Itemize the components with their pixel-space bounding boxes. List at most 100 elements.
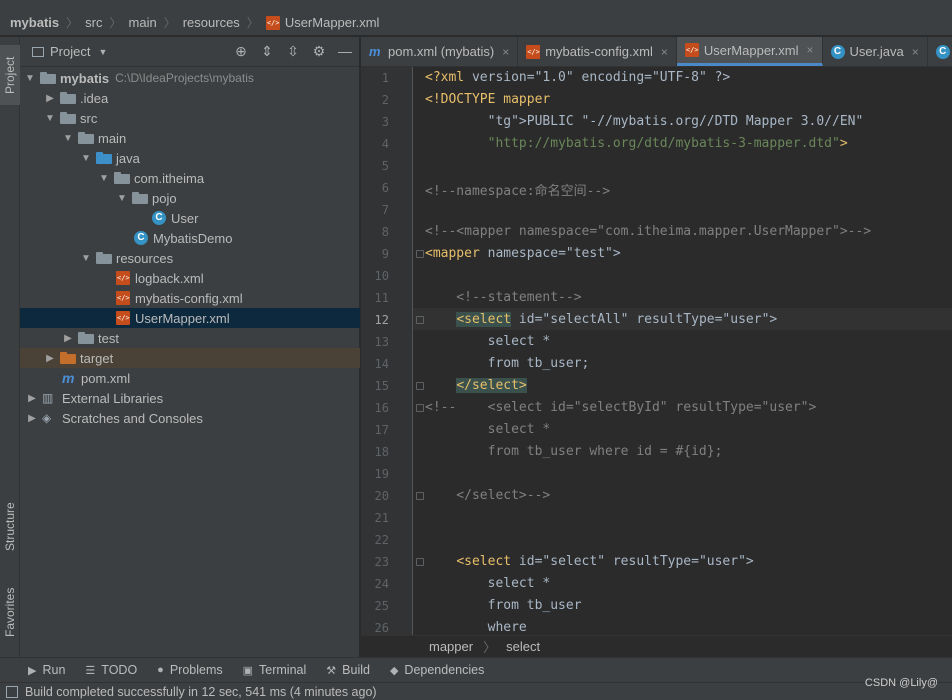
tab-usermapper-xml[interactable]: UserMapper.xml × (676, 37, 823, 66)
tab-overflow[interactable]: C (928, 37, 952, 66)
code-line[interactable]: "tg">PUBLIC "-//mybatis.org//DTD Mapper … (425, 114, 864, 129)
fold-marker-icon[interactable] (416, 558, 424, 566)
structure-tool-tab[interactable]: Structure (0, 492, 20, 562)
code-editor[interactable]: 1 2 3 4 5 6 7 8 9 10 11 12 13 14 15 16 17 18 19 20 21 22 23 24 2… (361, 67, 952, 635)
code-line[interactable]: <!DOCTYPE mapper (425, 92, 550, 107)
close-icon[interactable]: × (661, 45, 668, 59)
code-line[interactable]: </select> (425, 378, 527, 393)
code-line[interactable]: from tb_user; (425, 356, 590, 371)
editor-crumb-select[interactable]: select (506, 639, 540, 654)
tree-item-logback-xml[interactable]: logback.xml (20, 268, 360, 288)
code-line[interactable]: <mapper namespace="test"> (425, 246, 621, 261)
tree-item-mybatis[interactable]: ▼ mybatis C:\D\IdeaProjects\mybatis (20, 68, 360, 88)
code-line[interactable]: from tb_user (425, 598, 582, 613)
code-line[interactable]: <select id="selectAll" resultType="user"… (425, 312, 777, 327)
tree-item-pojo[interactable]: ▼ pojo (20, 188, 360, 208)
editor-tabs: mpom.xml (mybatis)× mybatis-config.xml× … (361, 37, 952, 67)
nav-crumb-main[interactable]: main (129, 15, 157, 30)
tab-user-java[interactable]: C User.java × (823, 37, 928, 66)
locate-icon[interactable]: ⊕ (233, 43, 249, 59)
build-tool-button[interactable]: ⚒ Build (326, 663, 370, 677)
dropdown-arrow-icon[interactable]: ▼ (98, 47, 107, 57)
nav-crumb-project[interactable]: mybatis (10, 15, 59, 30)
fold-marker-icon[interactable] (416, 404, 424, 412)
problems-tool-button[interactable]: ● Problems (157, 663, 222, 677)
tree-item-mybatis-config-xml[interactable]: mybatis-config.xml (20, 288, 360, 308)
code-line[interactable]: <!--<mapper namespace="com.itheima.mappe… (425, 224, 871, 239)
project-tool-tab[interactable]: Project (0, 45, 20, 105)
minimize-icon[interactable]: — (337, 43, 353, 59)
code-line[interactable]: <select id="select" resultType="user"> (425, 554, 753, 569)
code-line[interactable]: <!--statement--> (425, 290, 581, 305)
status-message[interactable]: Build completed successfully in 12 sec, … (25, 685, 377, 699)
fold-marker-icon[interactable] (416, 316, 424, 324)
close-icon[interactable]: × (807, 43, 814, 57)
class-icon: C (152, 211, 166, 225)
code-line[interactable]: where (425, 620, 527, 635)
favorites-tool-tab[interactable]: Favorites (0, 577, 20, 647)
tab-mybatis-config-xml[interactable]: mybatis-config.xml × (518, 37, 677, 66)
hammer-icon: ⚒ (326, 664, 337, 677)
code-line[interactable]: select * (425, 422, 551, 437)
layout-icon[interactable] (6, 685, 18, 698)
todo-tool-button[interactable]: ☰ TODO (85, 663, 137, 677)
tree-item-mybatisdemo[interactable]: C MybatisDemo (20, 228, 360, 248)
gear-icon[interactable]: ⚙ (311, 43, 327, 59)
run-tool-button[interactable]: ▶ Run (28, 663, 65, 677)
code-line[interactable]: <!-- <select id="selectById" resultType=… (425, 400, 816, 415)
code-line[interactable]: <?xml version="1.0" encoding="UTF-8" ?> (425, 70, 730, 85)
close-icon[interactable]: × (502, 45, 509, 59)
close-icon[interactable]: × (912, 45, 919, 59)
tree-item-main[interactable]: ▼ main (20, 128, 360, 148)
code-line[interactable]: </select>--> (425, 488, 550, 503)
tab-pom-xml[interactable]: m pom.xml (mybatis) × (361, 37, 519, 66)
tree-item-com-itheima[interactable]: ▼ com.itheima (20, 168, 360, 188)
fold-marker-icon[interactable] (416, 492, 424, 500)
tree-label: External Libraries (62, 390, 164, 406)
terminal-icon: ▣ (242, 664, 254, 677)
tree-item-pom-xml[interactable]: m pom.xml (20, 368, 360, 388)
collapse-all-icon[interactable]: ⇳ (285, 43, 301, 59)
project-tree: ▼ mybatis C:\D\IdeaProjects\mybatis ▶ .idea… (20, 68, 360, 428)
tree-item-src[interactable]: ▼ src (20, 108, 360, 128)
code-line[interactable]: from tb_user where id = #{id}; (425, 444, 723, 459)
nav-crumb-file[interactable]: UserMapper.xml (265, 15, 379, 30)
folder-icon (60, 92, 76, 104)
list-icon: ☰ (85, 664, 96, 677)
line-number: 19 (374, 467, 389, 481)
chevron-right-icon: 〉 (246, 16, 259, 30)
line-number: 8 (381, 225, 389, 239)
class-icon: C (134, 231, 148, 245)
tree-label: com.itheima (134, 170, 205, 186)
nav-crumb-resources[interactable]: resources (183, 15, 240, 30)
tree-item-java[interactable]: ▼ java (20, 148, 360, 168)
terminal-tool-button[interactable]: ▣ Terminal (243, 663, 307, 677)
editor-crumb-mapper[interactable]: mapper (429, 639, 473, 654)
scratches-icon: ◈ (42, 411, 52, 425)
tree-item-target[interactable]: ▶ target (20, 348, 360, 368)
tree-item-user[interactable]: C User (20, 208, 360, 228)
tree-item-resources[interactable]: ▼ resources (20, 248, 360, 268)
fold-marker-icon[interactable] (416, 250, 424, 258)
tree-item-usermapper-xml[interactable]: UserMapper.xml (20, 308, 360, 328)
line-number: 6 (381, 181, 389, 195)
line-number: 13 (374, 335, 389, 349)
code-line[interactable]: select * (425, 334, 551, 349)
tree-item-idea[interactable]: ▶ .idea (20, 88, 360, 108)
expand-all-icon[interactable]: ⇕ (259, 43, 275, 59)
code-line[interactable]: "http://mybatis.org/dtd/mybatis-3-mapper… (425, 136, 848, 151)
watermark: CSDN @Lily@ (864, 677, 938, 689)
tree-label: resources (116, 250, 174, 266)
dependencies-tool-button[interactable]: ◆ Dependencies (390, 663, 484, 677)
fold-marker-icon[interactable] (416, 382, 424, 390)
code-line[interactable]: <!--namespace:命名空间--> (425, 180, 610, 199)
chevron-down-icon: ▼ (45, 112, 55, 124)
nav-crumb-src[interactable]: src (85, 15, 102, 30)
tree-path: C:\D\IdeaProjects\mybatis (115, 71, 254, 85)
tree-item-test[interactable]: ▶ test (20, 328, 360, 348)
tree-item-external-libraries[interactable]: ▶ ▥ External Libraries (20, 388, 360, 408)
structure-tool-tab-label: Structure (3, 502, 17, 552)
code-line[interactable]: select * (425, 576, 551, 591)
tree-item-scratches[interactable]: ▶ ◈ Scratches and Consoles (20, 408, 360, 428)
project-panel-title[interactable]: Project (50, 44, 90, 59)
